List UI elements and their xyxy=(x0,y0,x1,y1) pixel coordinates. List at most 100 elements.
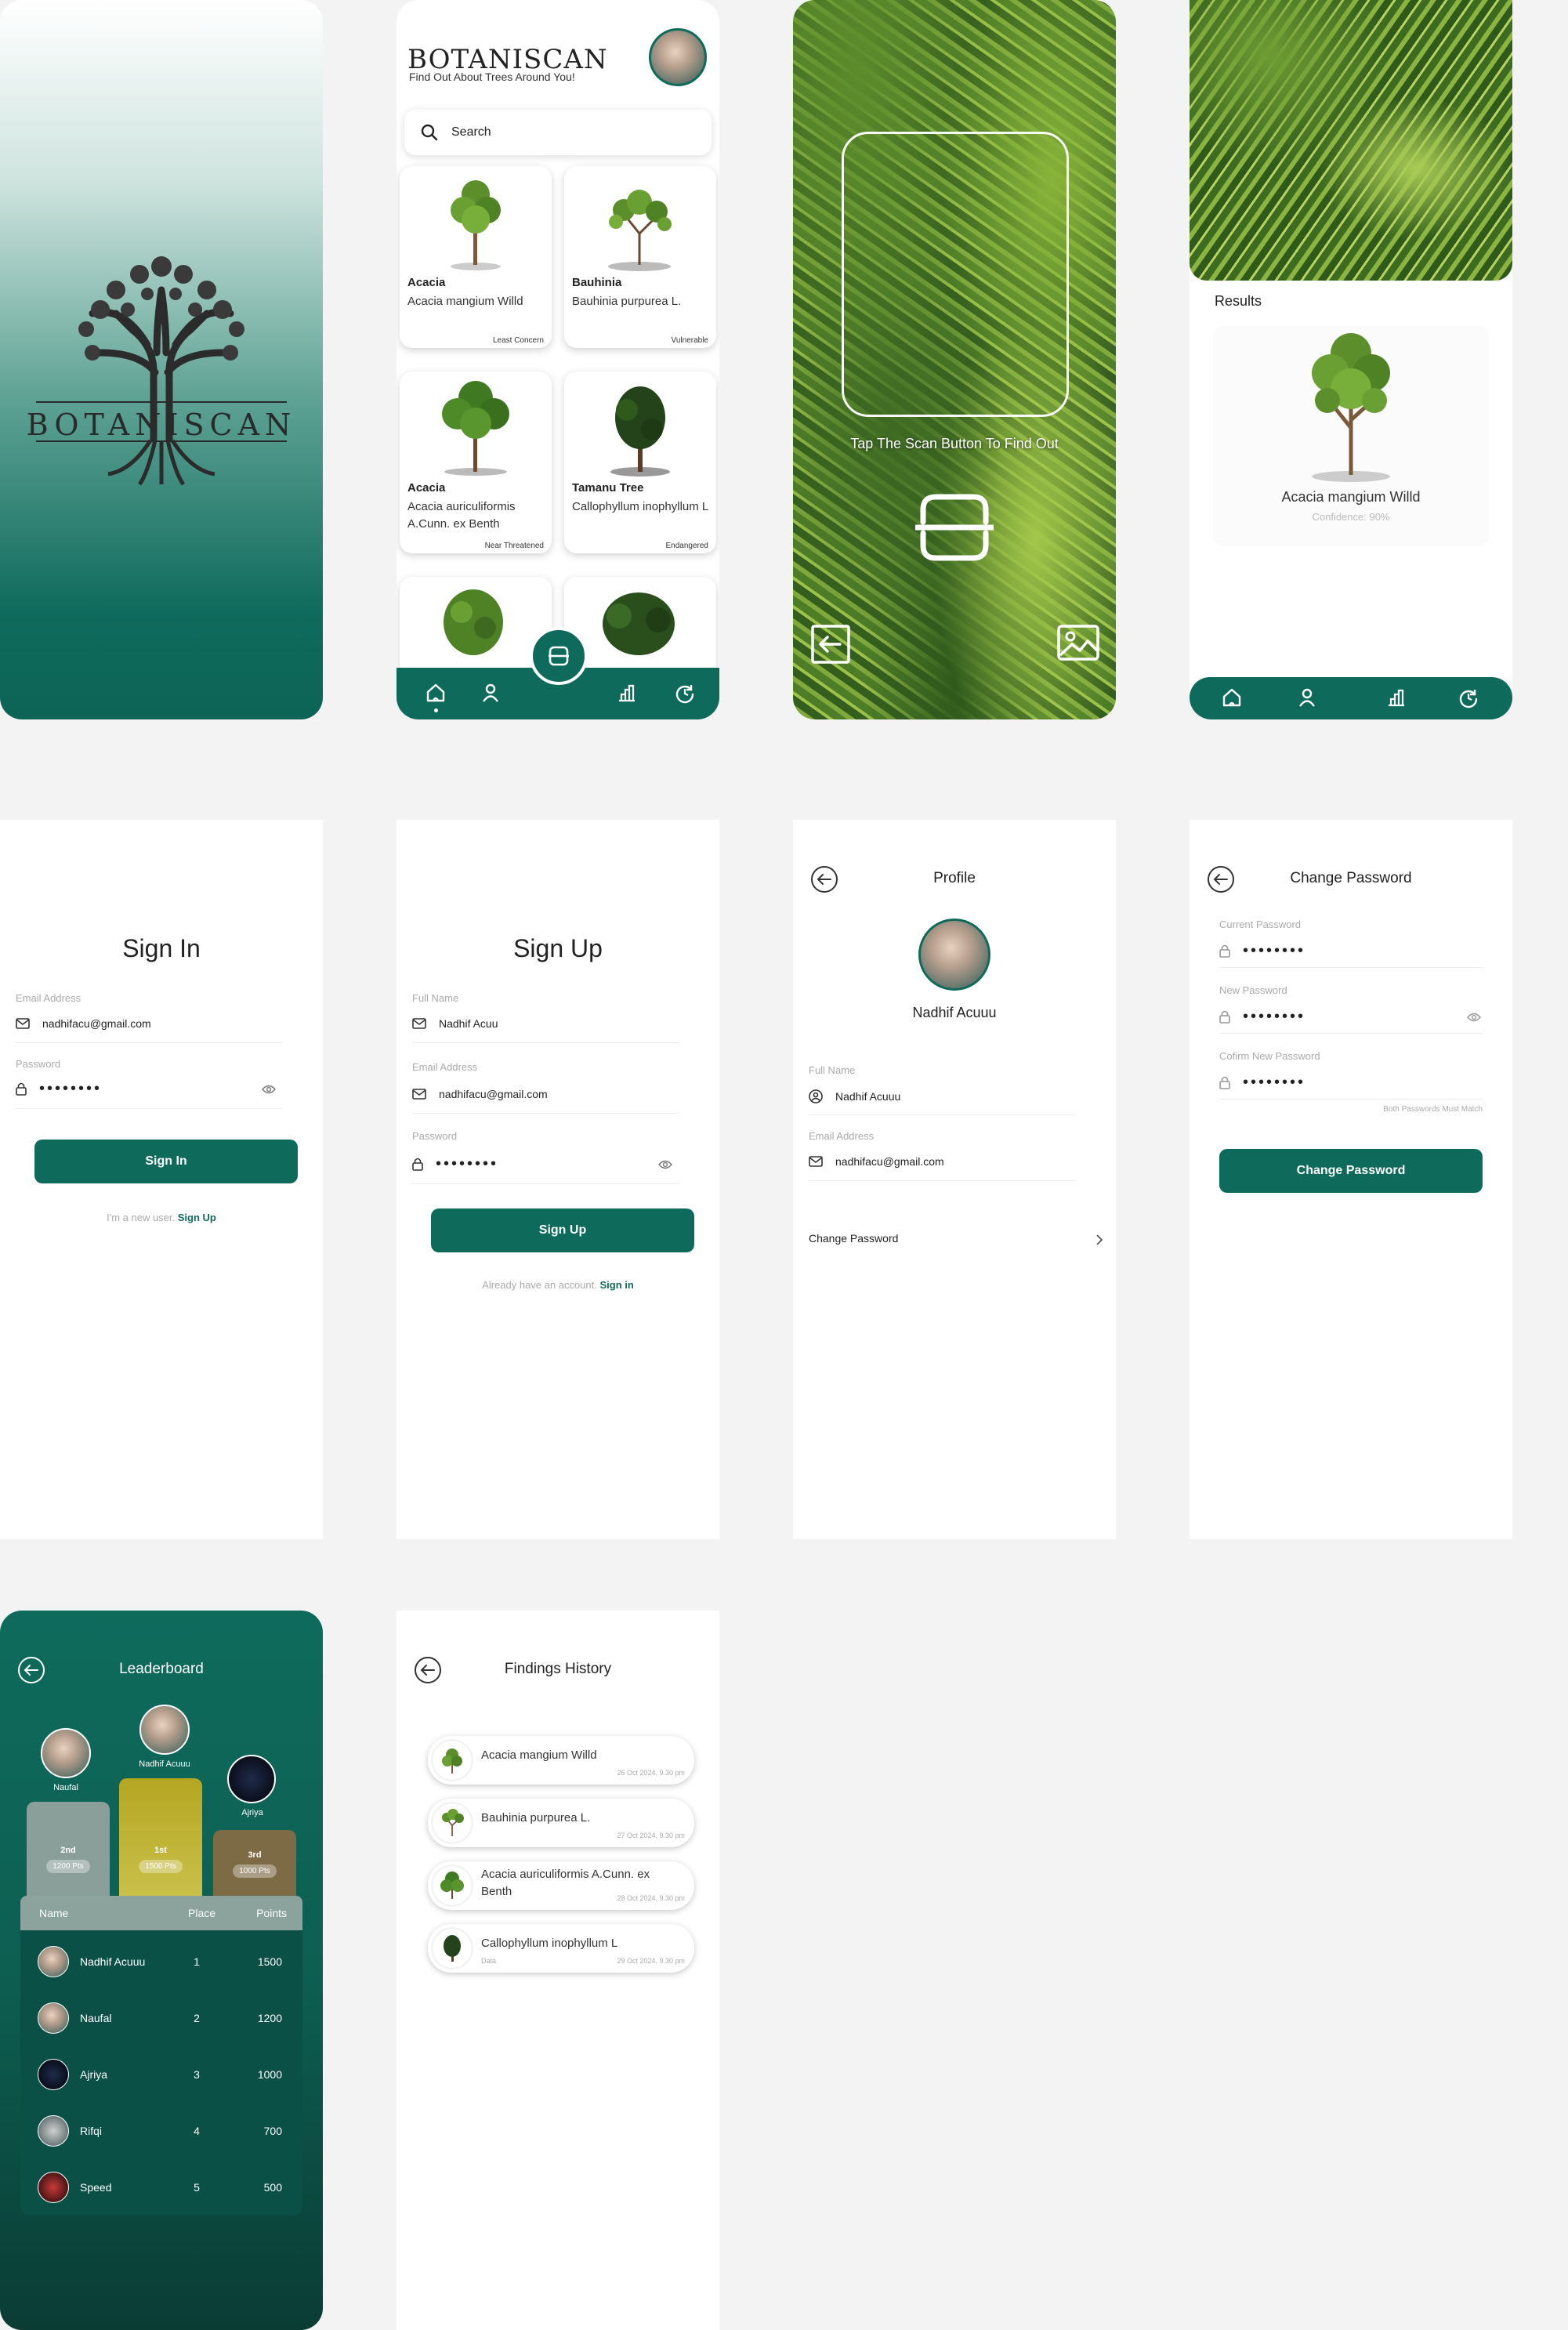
row-points: 1200 xyxy=(257,2012,282,2024)
row-name: Speed xyxy=(80,2181,112,2194)
table-row[interactable]: Ajriya 3 1000 xyxy=(20,2059,302,2090)
home-icon[interactable] xyxy=(1221,687,1243,708)
row-place: 5 xyxy=(194,2181,200,2194)
eye-icon[interactable] xyxy=(262,1085,276,1094)
row-name: Rifqi xyxy=(80,2125,103,2137)
list-item[interactable]: Acacia auriculiformis A.Cunn. ex Benth 2… xyxy=(428,1861,694,1910)
signup-button[interactable]: Sign Up xyxy=(431,1208,694,1252)
chart-icon[interactable] xyxy=(1385,687,1407,708)
name-field[interactable]: Nadhif Acuu xyxy=(412,1017,498,1030)
user-name: Nadhif Acuuu xyxy=(912,1005,997,1020)
tree-image xyxy=(1296,326,1406,483)
signin-link[interactable]: Sign in xyxy=(600,1279,634,1291)
tree-card[interactable]: Tamanu Tree Callophyllum inophyllum L En… xyxy=(564,371,716,553)
page-title: Profile xyxy=(933,870,976,886)
logo-rule xyxy=(36,401,287,403)
avatar xyxy=(139,1705,190,1755)
field-divider xyxy=(412,1042,679,1043)
tree-image xyxy=(433,375,519,477)
table-row[interactable]: Rifqi 4 700 xyxy=(20,2115,302,2147)
chart-icon[interactable] xyxy=(616,682,638,704)
results-label: Results xyxy=(1215,293,1262,309)
search-placeholder: Search xyxy=(451,125,491,139)
podium-points: 1500 Pts xyxy=(139,1860,183,1873)
tree-name: Acacia xyxy=(407,276,446,289)
eye-icon[interactable] xyxy=(658,1160,672,1169)
search-bar[interactable]: Search xyxy=(404,110,712,155)
logo-rule xyxy=(36,440,287,442)
page-title: Sign Up xyxy=(513,934,603,962)
list-item[interactable]: Acacia mangium Willd 26 Oct 2024, 9.30 p… xyxy=(428,1736,694,1785)
home-icon[interactable] xyxy=(425,682,447,704)
page-title: Change Password xyxy=(1290,870,1412,886)
change-password-label: Change Password xyxy=(809,1232,899,1245)
avatar[interactable] xyxy=(918,919,990,991)
scan-hint: Tap The Scan Button To Find Out xyxy=(850,436,1059,451)
tree-name: Tamanu Tree xyxy=(572,481,644,495)
history-name: Callophyllum inophyllum L xyxy=(481,1937,618,1950)
profile-screen: Profile Nadhif Acuuu Full Name Nadhif Ac… xyxy=(793,820,1116,1539)
new-password-field[interactable]: •••••••• xyxy=(1219,1009,1305,1024)
podium-name: Naufal xyxy=(53,1783,78,1792)
avatar xyxy=(227,1755,276,1803)
history-icon[interactable] xyxy=(674,682,696,704)
avatar[interactable] xyxy=(649,28,707,86)
tree-scientific-name: Bauhinia purpurea L. xyxy=(572,295,682,308)
tree-image xyxy=(434,585,512,671)
lock-icon xyxy=(1219,1075,1230,1089)
column-name: Name xyxy=(39,1907,69,1919)
user-icon[interactable] xyxy=(1296,687,1318,708)
new-password-label: New Password xyxy=(1219,984,1287,996)
conservation-status: Endangered xyxy=(665,542,709,550)
row-place: 1 xyxy=(194,1955,200,1968)
history-date: 27 Oct 2024, 9.30 pm xyxy=(617,1832,685,1839)
search-icon xyxy=(420,123,439,142)
splash-brand: BOTANISCAN xyxy=(26,408,297,442)
avatar xyxy=(38,2115,69,2147)
splash-screen: BOTANISCAN xyxy=(0,0,323,719)
row-points: 1000 xyxy=(257,2068,282,2081)
tree-card[interactable]: Acacia Acacia mangium Willd Least Concer… xyxy=(400,166,552,348)
history-date: 28 Oct 2024, 9.30 pm xyxy=(617,1894,685,1902)
table-row[interactable]: Speed 5 500 xyxy=(20,2172,302,2203)
change-password-link[interactable]: Change Password xyxy=(809,1232,1106,1251)
leaderboard-screen: Leaderboard Naufal Nadhif Acuuu Ajriya 2… xyxy=(0,1611,323,2330)
tree-logo-icon xyxy=(69,235,254,486)
user-icon[interactable] xyxy=(480,682,502,704)
eye-icon[interactable] xyxy=(1467,1013,1481,1022)
list-item[interactable]: Bauhinia purpurea L. 27 Oct 2024, 9.30 p… xyxy=(428,1799,694,1847)
table-row[interactable]: Nadhif Acuuu 1 1500 xyxy=(20,1946,302,1977)
current-password-field[interactable]: •••••••• xyxy=(1219,943,1305,958)
leaderboard-table: Nadhif Acuuu 1 1500 Naufal 2 1200 Ajriya… xyxy=(20,1930,302,2216)
gallery-icon[interactable] xyxy=(1056,624,1100,661)
email-value: nadhifacu@gmail.com xyxy=(42,1017,151,1030)
confirm-password-field[interactable]: •••••••• xyxy=(1219,1074,1305,1090)
scan-button[interactable] xyxy=(530,627,588,685)
signin-button[interactable]: Sign In xyxy=(34,1140,298,1183)
field-divider xyxy=(1219,967,1483,968)
tree-card[interactable]: Acacia Acacia auriculiformis A.Cunn. ex … xyxy=(400,371,552,553)
table-row[interactable]: Naufal 2 1200 xyxy=(20,2002,302,2034)
back-arrow-icon[interactable] xyxy=(810,624,851,665)
field-divider xyxy=(1219,1033,1483,1034)
result-confidence: Confidence: 90% xyxy=(1312,511,1390,523)
list-item[interactable]: Callophyllum inophyllum L Data 29 Oct 20… xyxy=(428,1924,694,1973)
conservation-status: Vulnerable xyxy=(671,336,708,345)
name-value: Nadhif Acuuu xyxy=(835,1090,901,1103)
email-field[interactable]: nadhifacu@gmail.com xyxy=(412,1088,548,1100)
change-password-button[interactable]: Change Password xyxy=(1219,1149,1483,1193)
field-divider xyxy=(16,1108,282,1109)
password-field[interactable]: •••••••• xyxy=(412,1156,498,1172)
capture-button[interactable] xyxy=(915,492,994,563)
signup-link[interactable]: Sign Up xyxy=(178,1212,216,1223)
podium-first: 1st 1500 Pts xyxy=(119,1778,202,1896)
email-field[interactable]: nadhifacu@gmail.com xyxy=(16,1017,151,1030)
podium-place: 3rd xyxy=(248,1850,262,1860)
email-label: Email Address xyxy=(16,992,81,1004)
password-field[interactable]: •••••••• xyxy=(16,1081,102,1096)
history-icon[interactable] xyxy=(1458,687,1479,708)
tree-card[interactable]: Bauhinia Bauhinia purpurea L. Vulnerable xyxy=(564,166,716,348)
avatar xyxy=(38,2002,69,2034)
signup-screen: Sign Up Full Name Nadhif Acuu Email Addr… xyxy=(397,820,719,1539)
password-label: Password xyxy=(412,1130,458,1142)
